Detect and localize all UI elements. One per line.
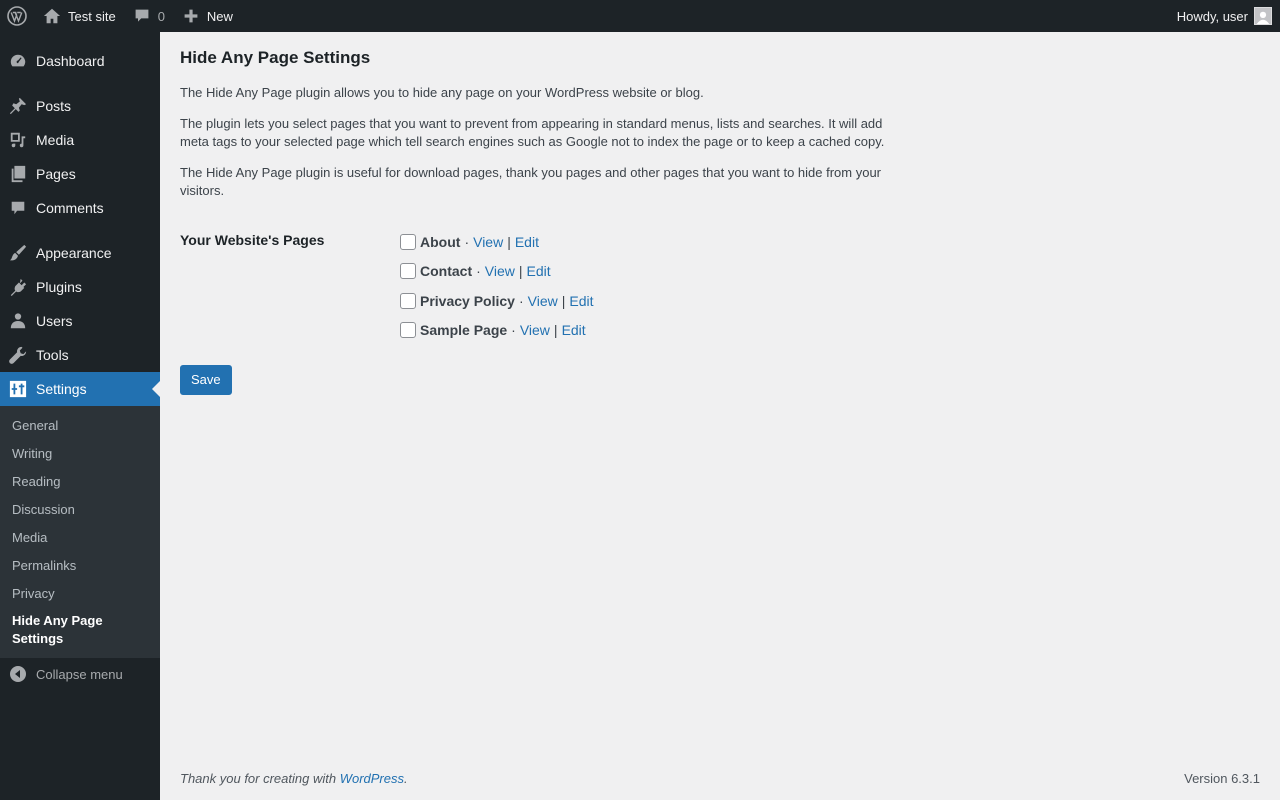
submenu-item-general[interactable]: General <box>0 412 160 440</box>
settings-icon <box>8 379 28 399</box>
comment-icon <box>132 6 152 26</box>
collapse-menu-label: Collapse menu <box>36 666 123 682</box>
page-name: About <box>420 233 461 250</box>
pin-icon <box>8 96 28 116</box>
page-list: About · View | Edit Contact · View | Edi… <box>400 227 593 345</box>
pages-form-row: Your Website's Pages About · View | Edit… <box>180 227 1260 345</box>
menu-item-users[interactable]: Users <box>0 304 160 338</box>
greeting: Howdy, user <box>1176 8 1248 24</box>
avatar <box>1254 7 1272 25</box>
menu-item-comments[interactable]: Comments <box>0 191 160 225</box>
submenu-item-writing[interactable]: Writing <box>0 440 160 468</box>
footer: Thank you for creating with WordPress. V… <box>180 771 1260 786</box>
collapse-menu-button[interactable]: Collapse menu <box>0 658 160 682</box>
media-icon <box>8 130 28 150</box>
dashboard-icon <box>8 51 28 71</box>
plug-icon <box>8 277 28 297</box>
submenu-item-discussion[interactable]: Discussion <box>0 496 160 524</box>
page-checkbox-sample-page[interactable] <box>400 322 416 339</box>
page-entry-sample-page: Sample Page · View | Edit <box>400 316 593 346</box>
page-entry-contact: Contact · View | Edit <box>400 257 593 287</box>
edit-link-contact[interactable]: Edit <box>527 263 551 279</box>
submenu-item-media[interactable]: Media <box>0 524 160 552</box>
menu-item-posts[interactable]: Posts <box>0 89 160 123</box>
menu-item-dashboard[interactable]: Dashboard <box>0 44 160 78</box>
edit-link-privacy-policy[interactable]: Edit <box>569 293 593 309</box>
dot-separator: · <box>511 322 516 339</box>
page-entry-about: About · View | Edit <box>400 227 593 257</box>
comments-link[interactable]: 0 <box>124 0 173 32</box>
new-content-link[interactable]: New <box>173 0 241 32</box>
comment-icon <box>8 198 28 218</box>
main-content: Hide Any Page Settings The Hide Any Page… <box>180 32 1260 395</box>
collapse-arrow-icon <box>10 666 26 682</box>
pipe-separator: | <box>507 233 511 250</box>
new-label: New <box>206 8 233 24</box>
description-paragraph: The plugin lets you select pages that yo… <box>180 116 885 149</box>
user-icon <box>8 311 28 331</box>
settings-submenu: General Writing Reading Discussion Media… <box>0 406 160 658</box>
menu-item-tools[interactable]: Tools <box>0 338 160 372</box>
menu-item-settings[interactable]: Settings <box>0 372 160 406</box>
brush-icon <box>8 243 28 263</box>
home-icon <box>42 6 62 26</box>
submenu-item-reading[interactable]: Reading <box>0 468 160 496</box>
dot-separator: · <box>476 263 481 280</box>
pages-label: Your Website's Pages <box>180 232 325 248</box>
page-checkbox-contact[interactable] <box>400 263 416 280</box>
page-checkbox-privacy-policy[interactable] <box>400 292 416 309</box>
description-paragraph: The Hide Any Page plugin allows you to h… <box>180 85 704 100</box>
wordpress-link[interactable]: WordPress <box>340 771 404 786</box>
admin-bar: Test site 0 New Howdy, user <box>0 0 1280 32</box>
dot-separator: · <box>518 292 524 309</box>
version-text: Version 6.3.1 <box>1184 771 1260 786</box>
admin-menu: Dashboard Posts Media Pages Comments App… <box>0 32 160 800</box>
pipe-separator: | <box>518 263 523 280</box>
page-name: Privacy Policy <box>420 292 515 309</box>
page-title: Hide Any Page Settings <box>180 48 371 67</box>
pipe-separator: | <box>553 322 558 339</box>
edit-link-sample-page[interactable]: Edit <box>562 322 586 338</box>
submenu-item-hide-any-page-settings[interactable]: Hide Any Page Settings <box>0 608 160 654</box>
comments-count: 0 <box>157 8 165 24</box>
view-link-about[interactable]: View <box>473 234 503 250</box>
footer-thanks: Thank you for creating with WordPress. <box>180 771 408 786</box>
dot-separator: · <box>464 233 470 250</box>
submenu-item-permalinks[interactable]: Permalinks <box>0 552 160 580</box>
view-link-privacy-policy[interactable]: View <box>528 293 558 309</box>
wordpress-logo-icon[interactable] <box>0 0 34 32</box>
my-account[interactable]: Howdy, user <box>1177 7 1280 25</box>
menu-item-plugins[interactable]: Plugins <box>0 270 160 304</box>
site-name: Test site <box>68 8 116 24</box>
pipe-separator: | <box>561 292 566 309</box>
menu-item-pages[interactable]: Pages <box>0 157 160 191</box>
pages-icon <box>8 164 28 184</box>
wrench-icon <box>8 345 28 365</box>
edit-link-about[interactable]: Edit <box>515 234 539 250</box>
submenu-item-privacy[interactable]: Privacy <box>0 580 160 608</box>
menu-item-media[interactable]: Media <box>0 123 160 157</box>
page-checkbox-about[interactable] <box>400 233 416 250</box>
save-button[interactable]: Save <box>180 365 232 395</box>
page-name: Contact <box>420 263 473 280</box>
page-name: Sample Page <box>420 322 508 339</box>
description-paragraph: The Hide Any Page plugin is useful for d… <box>180 165 882 198</box>
menu-item-appearance[interactable]: Appearance <box>0 236 160 270</box>
site-name-link[interactable]: Test site <box>34 0 124 32</box>
page-entry-privacy-policy: Privacy Policy · View | Edit <box>400 286 593 316</box>
view-link-contact[interactable]: View <box>485 263 515 279</box>
plus-icon <box>181 6 201 26</box>
view-link-sample-page[interactable]: View <box>520 322 550 338</box>
